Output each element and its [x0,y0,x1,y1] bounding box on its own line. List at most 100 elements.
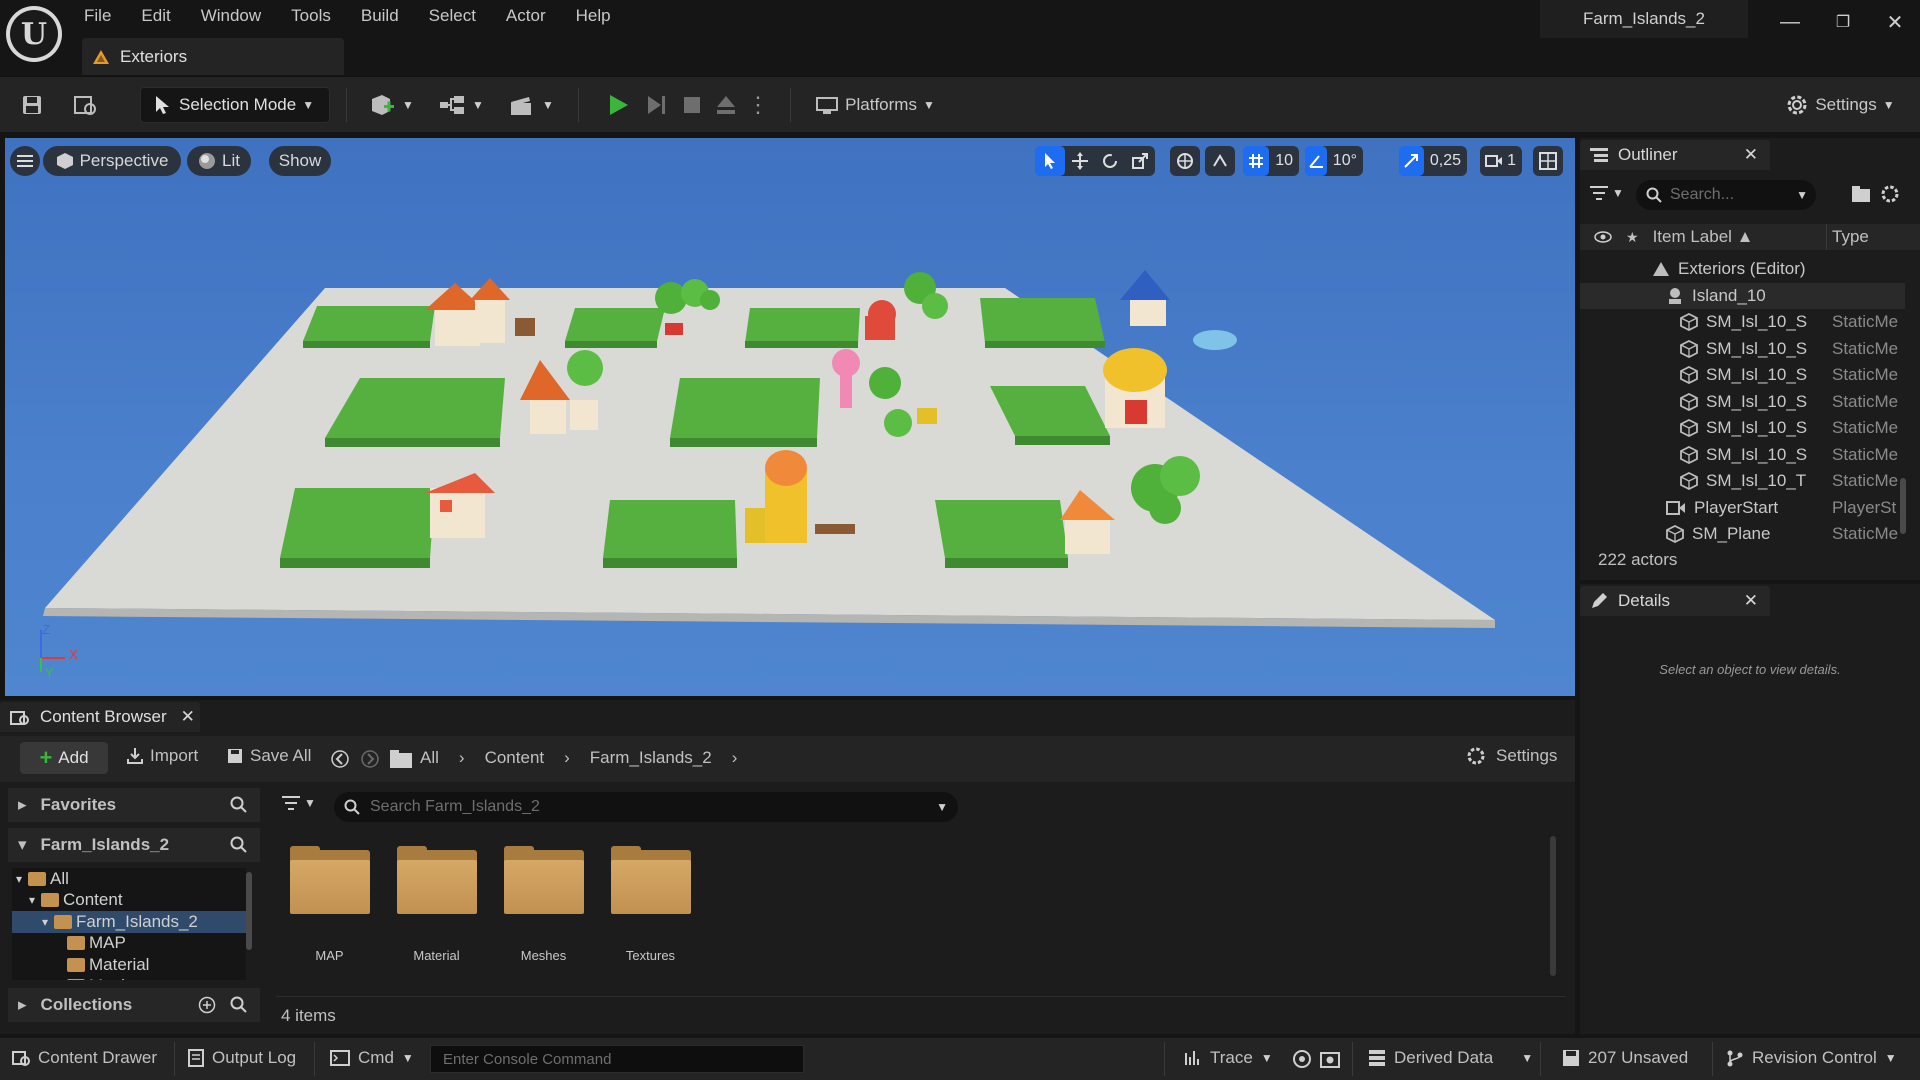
outliner-row[interactable]: Exteriors (Editor) [1580,256,1905,283]
favorites-section[interactable]: ▸ Favorites [8,788,260,822]
details-tab[interactable]: Details ✕ [1580,586,1770,616]
more-options-icon[interactable]: ⋮ [747,87,769,123]
menu-edit[interactable]: Edit [141,6,170,26]
collections-section[interactable]: ▸ Collections [8,988,260,1022]
asset-search-input[interactable]: Search Farm_Islands_2 ▼ [334,792,958,822]
folder-tree-item[interactable]: ▾ Farm_Islands_2 [12,911,246,933]
search-icon[interactable] [230,836,248,854]
level-tab[interactable]: Exteriors [82,38,344,75]
root-section[interactable]: ▾ Farm_Islands_2 [8,828,260,862]
viewport-menu-icon[interactable] [10,146,40,176]
save-all-button[interactable]: Save All [226,746,311,766]
tree-expand-icon[interactable]: ▾ [16,872,28,886]
outliner-settings-icon[interactable] [1880,184,1900,204]
world-local-icon[interactable] [1170,146,1200,176]
outliner-row[interactable]: SM_Plane StaticMe [1580,521,1905,548]
camera-speed-button[interactable]: 1 [1480,146,1522,176]
blueprint-button[interactable]: ▼ [436,87,486,123]
console-input[interactable]: Enter Console Command [430,1045,804,1073]
surface-snap-icon[interactable] [1205,146,1235,176]
screenshot-icon[interactable] [1320,1049,1340,1069]
breadcrumb-content[interactable]: Content [485,748,545,768]
cb-settings-button[interactable]: Settings [1466,746,1557,766]
add-collection-icon[interactable] [198,996,216,1014]
close-button[interactable]: ✕ [1870,0,1920,44]
outliner-scrollbar[interactable] [1900,478,1906,534]
pin-star-icon[interactable]: ★ [1626,229,1639,246]
folder-tree-item[interactable]: ▾ Content [12,890,246,912]
record-icon[interactable] [1292,1049,1312,1069]
selection-mode-dropdown[interactable]: Selection Mode ▼ [140,87,330,123]
browse-icon[interactable] [68,87,104,123]
rotate-tool-icon[interactable] [1095,146,1125,176]
visibility-icon[interactable] [1594,231,1612,243]
breadcrumb-farm-islands[interactable]: Farm_Islands_2 [590,748,712,768]
menu-file[interactable]: File [84,6,111,26]
add-actor-button[interactable]: ▼ [368,87,414,123]
folder-tree-item[interactable]: Material [12,954,246,976]
select-tool-icon[interactable] [1035,146,1065,176]
unsaved-button[interactable]: 207 Unsaved [1562,1048,1688,1068]
outliner-row[interactable]: Island_10 [1580,282,1905,309]
content-drawer-button[interactable]: Content Drawer [12,1048,157,1068]
search-icon[interactable] [230,996,248,1014]
outliner-row[interactable]: SM_Isl_10_S StaticMe [1580,389,1905,416]
folder-tile[interactable]: Meshes [490,846,597,963]
asset-filter-dropdown[interactable]: ▼ [282,796,316,810]
menu-window[interactable]: Window [201,6,261,26]
menu-help[interactable]: Help [576,6,611,26]
menu-actor[interactable]: Actor [506,6,546,26]
menu-tools[interactable]: Tools [291,6,331,26]
asset-scrollbar[interactable] [1550,836,1556,976]
import-button[interactable]: Import [126,746,198,766]
col-type[interactable]: Type [1826,227,1869,247]
play-button[interactable] [600,87,636,123]
save-icon[interactable] [14,87,50,123]
rotation-snap-button[interactable]: 10° [1305,146,1363,176]
folder-tree-item[interactable]: MAP [12,933,246,955]
restore-button[interactable]: ❐ [1818,0,1868,44]
derived-data-dropdown[interactable]: Derived Data ▼ [1368,1048,1533,1068]
perspective-button[interactable]: Perspective [43,146,181,176]
menu-select[interactable]: Select [429,6,476,26]
breadcrumb-chevron-icon[interactable]: › [732,748,738,768]
outliner-row[interactable]: SM_Isl_10_T StaticMe [1580,468,1905,495]
folder-tile[interactable]: Textures [597,846,704,963]
tree-scrollbar[interactable] [246,872,252,950]
search-icon[interactable] [230,796,248,814]
show-button[interactable]: Show [269,146,331,176]
outliner-row[interactable]: SM_Isl_10_S StaticMe [1580,336,1905,363]
outliner-row[interactable]: SM_Isl_10_S StaticMe [1580,415,1905,442]
eject-button[interactable] [708,87,744,123]
level-viewport[interactable]: Perspective Lit Show 10 10° 0,25 1 Z X Y [5,138,1575,696]
close-details-icon[interactable]: ✕ [1744,591,1758,611]
cinematics-button[interactable]: ▼ [506,87,556,123]
outliner-row[interactable]: SM_Isl_10_S StaticMe [1580,309,1905,336]
folder-tile[interactable]: MAP [276,846,383,963]
settings-button[interactable]: Settings ▼ [1780,87,1900,123]
cmd-dropdown[interactable]: Cmd ▼ [330,1048,414,1068]
close-content-browser-icon[interactable]: ✕ [181,707,195,727]
tree-expand-icon[interactable]: ▾ [42,915,54,929]
forward-arrow-icon[interactable] [360,749,380,769]
new-folder-icon[interactable] [1852,186,1870,202]
menu-build[interactable]: Build [361,6,399,26]
scale-tool-icon[interactable] [1125,146,1155,176]
outliner-row[interactable]: PlayerStart PlayerSt [1580,495,1905,522]
minimize-button[interactable]: — [1765,0,1815,44]
close-outliner-icon[interactable]: ✕ [1744,145,1758,165]
platforms-button[interactable]: Platforms ▼ [810,87,940,123]
viewport-layout-icon[interactable] [1533,146,1563,176]
scale-snap-button[interactable]: 0,25 [1399,146,1467,176]
outliner-row[interactable]: SM_Isl_10_S StaticMe [1580,442,1905,469]
stop-button[interactable] [674,87,710,123]
lit-button[interactable]: Lit [187,146,251,176]
move-tool-icon[interactable] [1065,146,1095,176]
back-arrow-icon[interactable] [330,749,350,769]
add-button[interactable]: + Add [20,742,108,774]
folder-tile[interactable]: Material [383,846,490,963]
breadcrumb-all[interactable]: All [420,748,439,768]
outliner-search[interactable]: Search... ▼ [1636,180,1816,210]
outliner-row[interactable]: SM_Isl_10_S StaticMe [1580,362,1905,389]
step-button[interactable] [638,87,674,123]
